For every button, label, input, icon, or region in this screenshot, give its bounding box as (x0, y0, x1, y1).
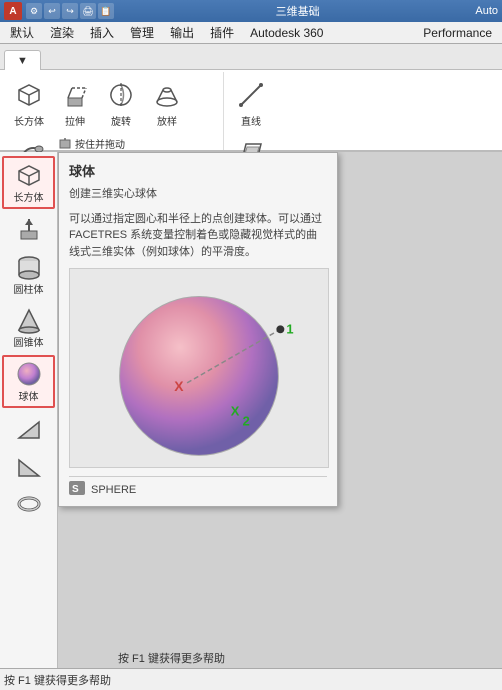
sidebar-cylinder-icon (14, 253, 44, 281)
menu-performance[interactable]: Performance (415, 24, 500, 42)
sidebar-cone-label: 圆锥体 (14, 334, 44, 349)
ribbon-toolbar: 长方体 拉伸 (0, 70, 502, 152)
app-title: 三维基础 (120, 3, 475, 19)
tooltip-title: 球体 (69, 161, 327, 180)
content-area: 球体 创建三维实心球体 可以通过指定圆心和半径上的点创建球体。可以通过 FACE… (58, 152, 502, 668)
sidebar-cone-icon (14, 306, 44, 334)
sidebar: 长方体 圆柱体 (0, 152, 58, 668)
menu-render[interactable]: 渲染 (42, 22, 82, 43)
title-icon-5[interactable]: 📋 (98, 3, 114, 19)
tooltip-footer: S SPHERE (69, 476, 327, 498)
sidebar-sphere-label: 球体 (19, 388, 39, 403)
revolve-icon (105, 79, 137, 111)
sidebar-wedge1-icon (14, 414, 44, 442)
sidebar-box-icon (14, 161, 44, 189)
btn-revolve-label: 旋转 (111, 113, 131, 128)
title-bar: A ⚙ ↩ ↪ 🖨 📋 三维基础 Auto (0, 0, 502, 22)
title-icon-2[interactable]: ↩ (44, 3, 60, 19)
ribbon-group-draw: 直线 多形体 绘图 (226, 72, 316, 150)
tooltip-sphere-label: SPHERE (91, 484, 136, 496)
extrude-icon (59, 79, 91, 111)
svg-text:X: X (231, 403, 240, 418)
menu-autodesk360[interactable]: Autodesk 360 (242, 24, 331, 42)
btn-line-label: 直线 (241, 113, 261, 128)
btn-line[interactable]: 直线 (229, 75, 273, 132)
tooltip-footer-icon: S (69, 481, 85, 498)
sidebar-extrude-icon (14, 215, 44, 243)
line-icon (235, 79, 267, 111)
help-text-overlay: 按 F1 键获得更多帮助 (118, 650, 225, 666)
svg-text:2: 2 (243, 413, 250, 428)
menu-output[interactable]: 输出 (162, 22, 202, 43)
sidebar-item-torus[interactable] (2, 486, 55, 522)
title-bar-icons: ⚙ ↩ ↪ 🖨 📋 (26, 3, 114, 19)
tooltip-detail-desc: 可以通过指定圆心和半径上的点创建球体。可以通过 FACETRES 系统变量控制着… (69, 211, 327, 261)
title-icon-3[interactable]: ↪ (62, 3, 78, 19)
btn-loft[interactable]: 放样 (145, 75, 189, 132)
loft-icon (151, 79, 183, 111)
title-icon-4[interactable]: 🖨 (80, 3, 96, 19)
svg-text:S: S (72, 484, 79, 495)
status-bar: 按 F1 键获得更多帮助 (0, 668, 502, 690)
sidebar-item-cylinder[interactable]: 圆柱体 (2, 249, 55, 300)
tooltip-image: X 1 X 2 (69, 268, 329, 468)
ribbon-group-solids: 长方体 拉伸 (4, 72, 224, 150)
sidebar-cylinder-label: 圆柱体 (14, 281, 44, 296)
sidebar-item-cone[interactable]: 圆锥体 (2, 302, 55, 353)
title-right: Auto (475, 5, 498, 17)
tab-active[interactable]: ▼ (4, 50, 41, 70)
menu-default[interactable]: 默认 (2, 22, 42, 43)
menu-insert[interactable]: 插入 (82, 22, 122, 43)
sidebar-item-wedge2[interactable] (2, 448, 55, 484)
btn-presshold-label: 按住并拖动 (75, 136, 125, 151)
app-logo: A (4, 2, 22, 20)
sidebar-item-wedge1[interactable] (2, 410, 55, 446)
title-icon-1[interactable]: ⚙ (26, 3, 42, 19)
svg-text:X: X (174, 377, 184, 393)
sidebar-box-label: 长方体 (14, 189, 44, 204)
box-icon (13, 79, 45, 111)
sidebar-torus-icon (14, 490, 44, 518)
svg-text:1: 1 (286, 321, 293, 336)
btn-box-label: 长方体 (14, 113, 44, 128)
btn-extrude-label: 拉伸 (65, 113, 85, 128)
presshold-icon (57, 135, 73, 151)
menu-plugin[interactable]: 插件 (202, 22, 242, 43)
tooltip-popup: 球体 创建三维实心球体 可以通过指定圆心和半径上的点创建球体。可以通过 FACE… (58, 152, 338, 507)
btn-box[interactable]: 长方体 (7, 75, 51, 132)
sidebar-item-sphere[interactable]: 球体 (2, 355, 55, 408)
ribbon-tabs: ▼ (0, 44, 502, 70)
main-area: 长方体 圆柱体 (0, 152, 502, 668)
sidebar-item-box[interactable]: 长方体 (2, 156, 55, 209)
btn-loft-label: 放样 (157, 113, 177, 128)
menu-bar: 默认 渲染 插入 管理 输出 插件 Autodesk 360 Performan… (0, 22, 502, 44)
btn-presshold[interactable]: 按住并拖动 (53, 134, 129, 152)
sidebar-item-extrude[interactable] (2, 211, 55, 247)
tooltip-short-desc: 创建三维实心球体 (69, 186, 327, 203)
menu-manage[interactable]: 管理 (122, 22, 162, 43)
sidebar-wedge2-icon (14, 452, 44, 480)
btn-revolve[interactable]: 旋转 (99, 75, 143, 132)
status-text: 按 F1 键获得更多帮助 (4, 672, 111, 688)
btn-extrude[interactable]: 拉伸 (53, 75, 97, 132)
sidebar-sphere-icon (14, 360, 44, 388)
